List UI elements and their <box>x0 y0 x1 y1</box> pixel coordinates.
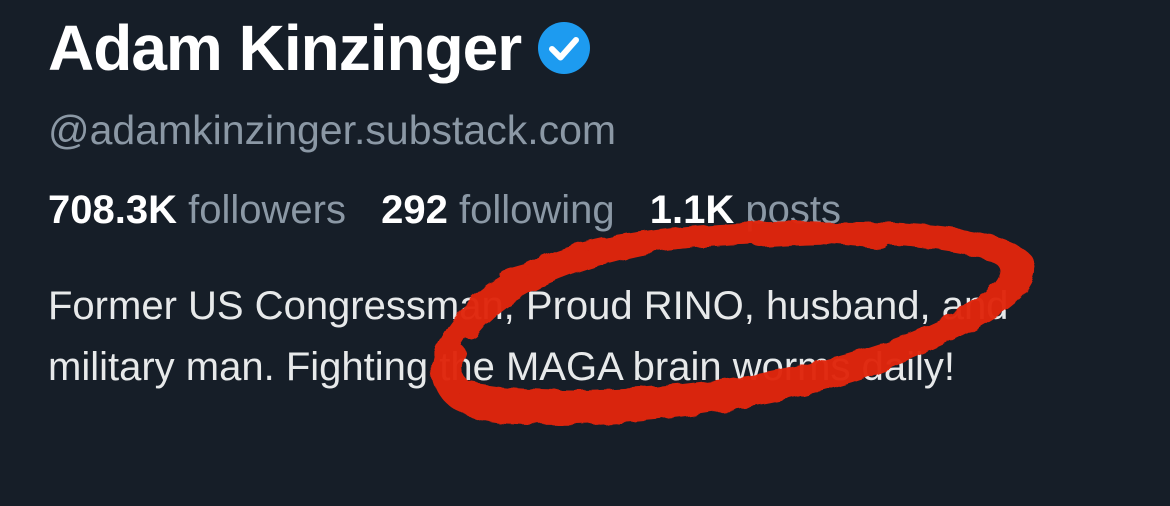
following-count: 292 <box>381 188 448 232</box>
following-stat[interactable]: 292 following <box>381 188 615 232</box>
verified-check-icon[interactable] <box>537 21 591 75</box>
profile-stats: 708.3K followers 292 following 1.1K post… <box>48 184 865 236</box>
display-name: Adam Kinzinger <box>48 12 522 84</box>
following-label: following <box>458 188 615 232</box>
followers-count: 708.3K <box>48 188 177 232</box>
profile-header: Adam Kinzinger @adamkinzinger.substack.c… <box>48 0 1138 506</box>
profile-bio: Former US Congressman, Proud RINO, husba… <box>48 284 1009 389</box>
followers-label: followers <box>188 188 346 232</box>
posts-stat[interactable]: 1.1K posts <box>650 188 841 232</box>
posts-count: 1.1K <box>649 188 735 232</box>
profile-handle[interactable]: @adamkinzinger.substack.com <box>48 104 616 156</box>
posts-label: posts <box>745 188 841 232</box>
name-row: Adam Kinzinger <box>48 8 591 88</box>
followers-stat[interactable]: 708.3K followers <box>48 188 346 232</box>
